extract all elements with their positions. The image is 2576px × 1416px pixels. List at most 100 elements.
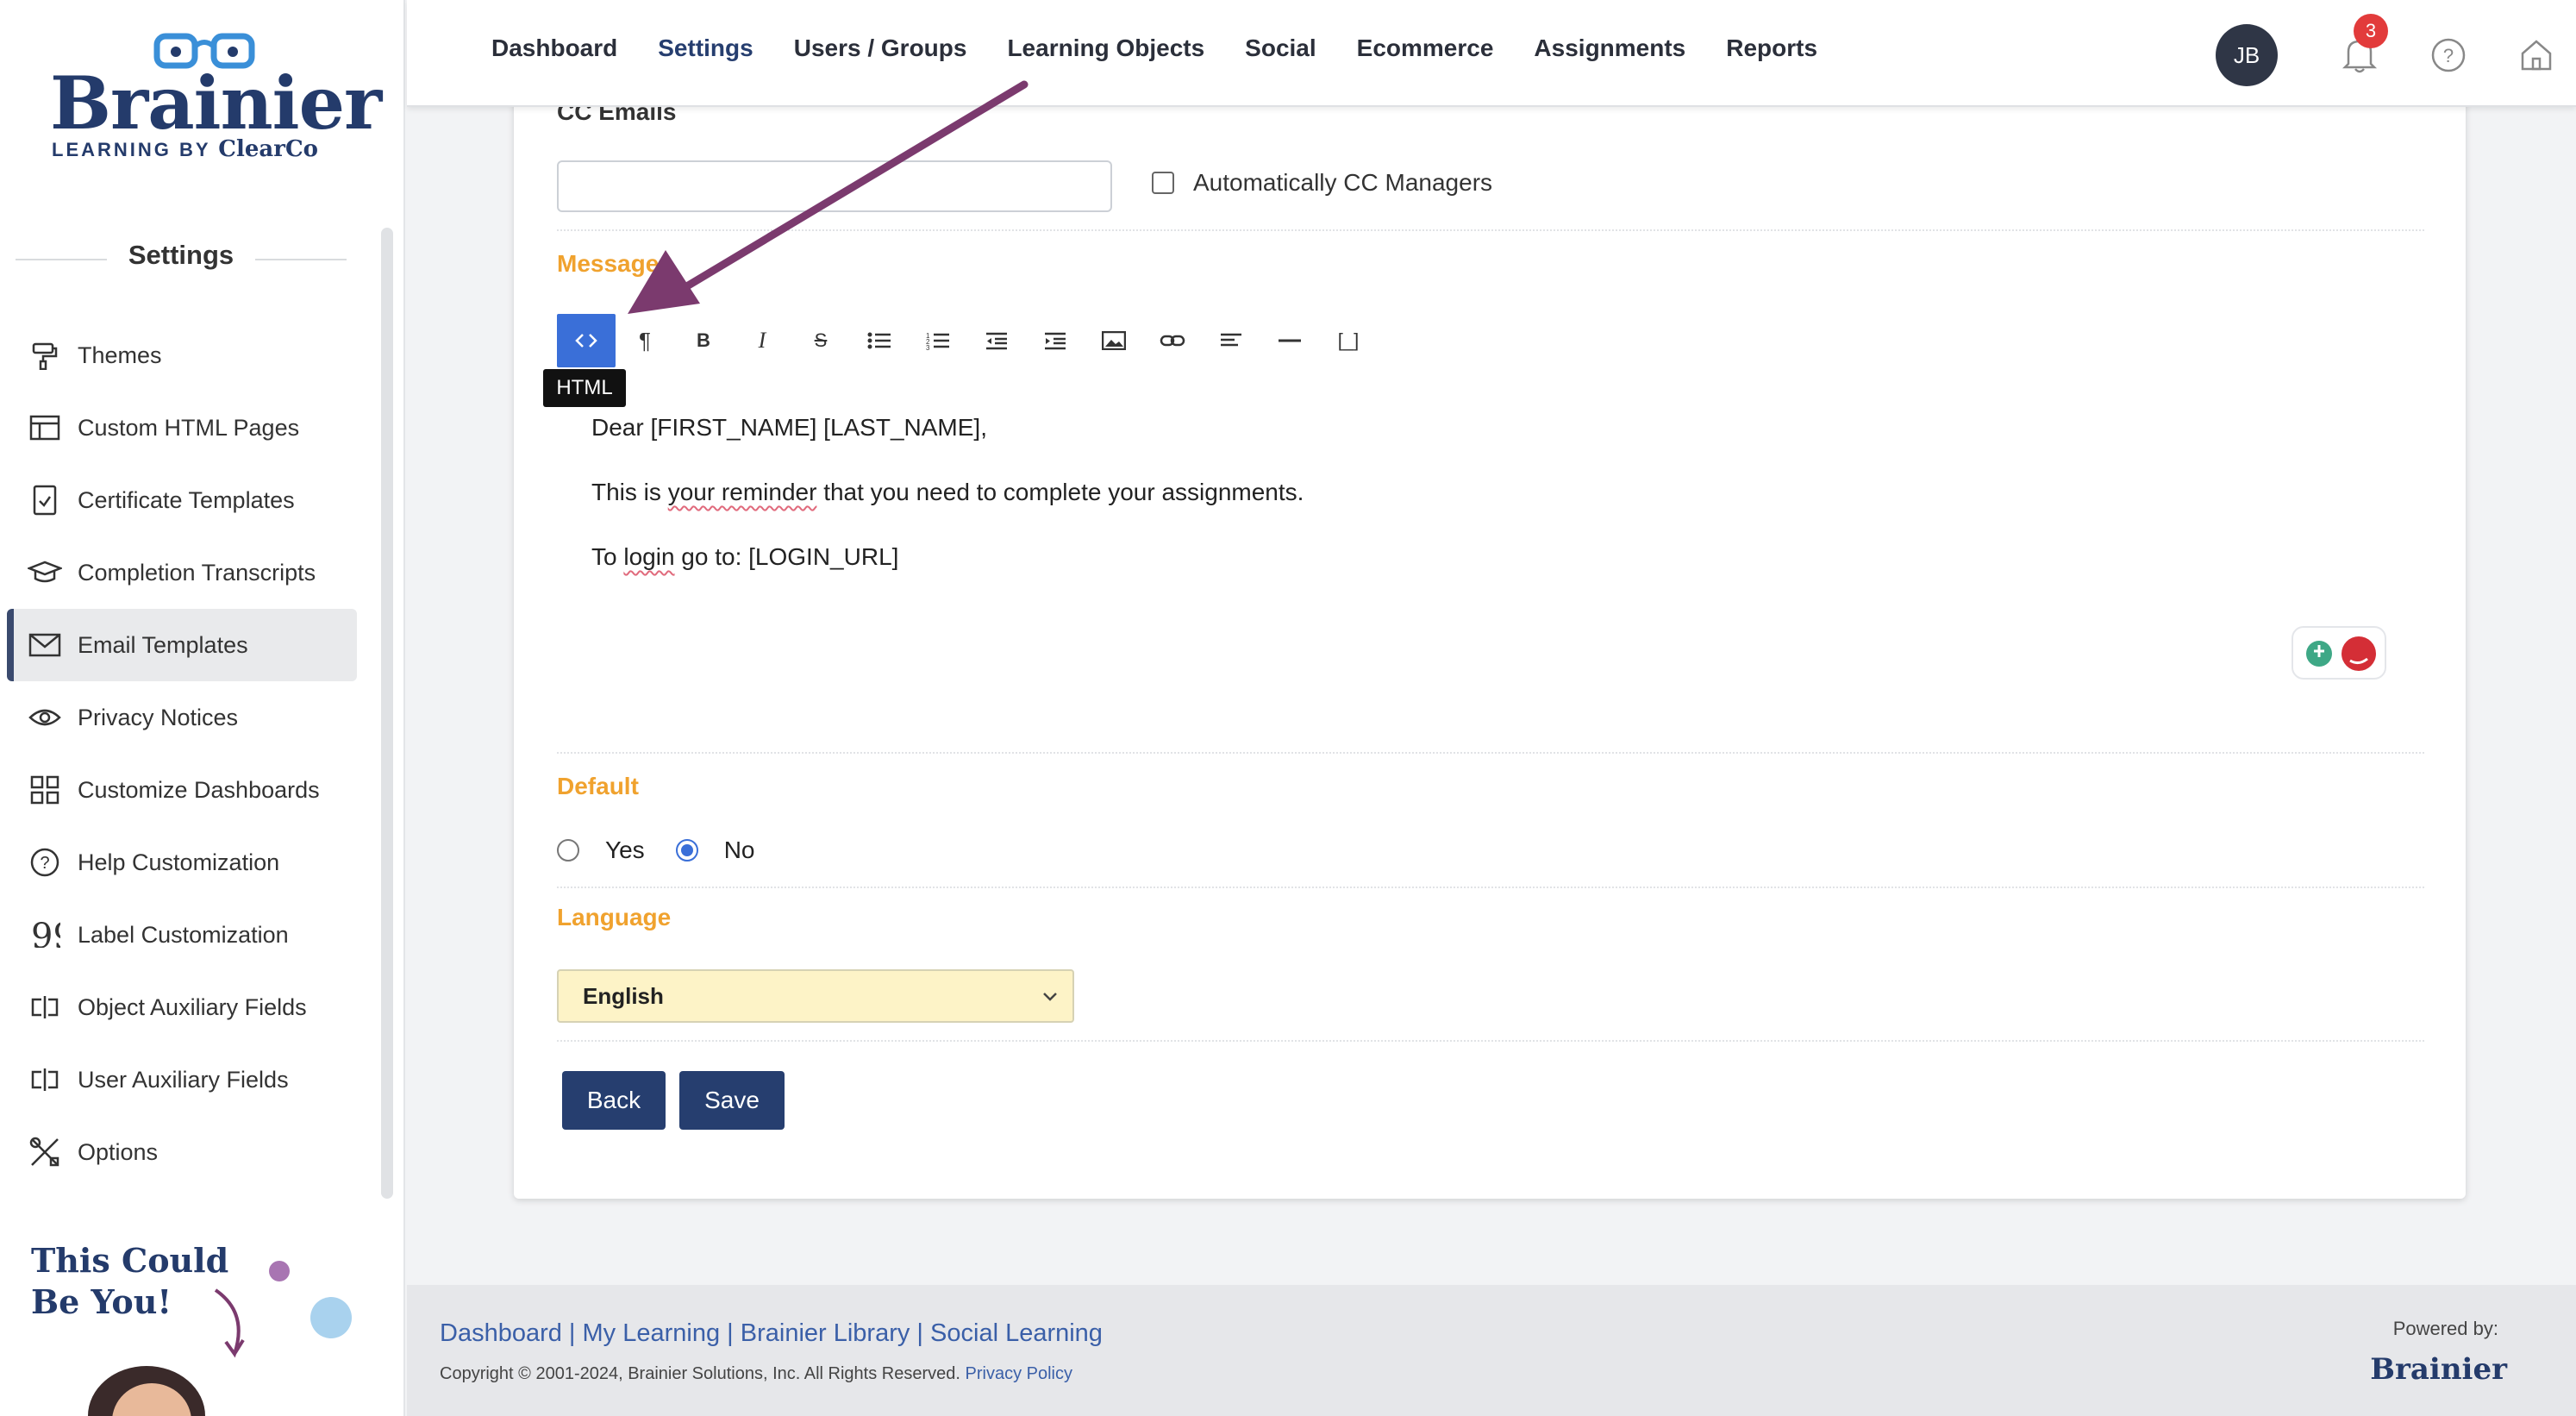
- svg-text:?: ?: [40, 854, 49, 873]
- language-selected-value: English: [583, 982, 664, 1009]
- auto-cc-managers-checkbox[interactable]: [1152, 172, 1174, 194]
- link-icon[interactable]: [1143, 314, 1202, 367]
- copyright: Copyright © 2001-2024, Brainier Solution…: [440, 1364, 1072, 1383]
- sidebar-item-customize-dashboards[interactable]: Customize Dashboards: [7, 754, 357, 826]
- back-button[interactable]: Back: [562, 1071, 666, 1130]
- sidebar-item-label: Custom HTML Pages: [78, 414, 300, 441]
- align-left-icon[interactable]: [1202, 314, 1260, 367]
- default-yes-label: Yes: [605, 836, 645, 863]
- graduation-cap-icon: [28, 555, 62, 590]
- html-tooltip: HTML: [543, 369, 626, 407]
- indent-icon[interactable]: [1026, 314, 1085, 367]
- sidebar-item-label: Completion Transcripts: [78, 559, 316, 586]
- svg-text:99: 99: [31, 922, 60, 948]
- default-yes-radio[interactable]: [557, 839, 579, 862]
- brainier-logo[interactable]: Brainier LEARNING BY ClearCo: [50, 29, 382, 167]
- sidebar-item-label: Help Customization: [78, 849, 280, 875]
- message-label: Message: [557, 250, 660, 277]
- sidebar-item-certificate-templates[interactable]: Certificate Templates: [7, 464, 357, 536]
- top-navigation: Dashboard Settings Users / Groups Learni…: [407, 0, 2576, 107]
- nav-ecommerce[interactable]: Ecommerce: [1357, 34, 1494, 62]
- message-editor[interactable]: Dear [FIRST_NAME] [LAST_NAME], This is y…: [591, 412, 1304, 606]
- sidebar-item-privacy-notices[interactable]: Privacy Notices: [7, 681, 357, 754]
- logo-tagline: LEARNING BY ClearCo: [52, 136, 318, 162]
- email-template-form: CC Emails Automatically CC Managers Mess…: [514, 78, 2466, 1199]
- cc-emails-input[interactable]: [557, 160, 1112, 212]
- sidebar-item-themes[interactable]: Themes: [7, 319, 357, 392]
- footer: Dashboard | My Learning | Brainier Libra…: [407, 1285, 2576, 1416]
- certificate-icon: [28, 483, 62, 517]
- horizontal-rule-icon[interactable]: [1260, 314, 1319, 367]
- sidebar-item-label: Certificate Templates: [78, 486, 295, 513]
- footer-logo[interactable]: Brainier: [2370, 1352, 2507, 1387]
- italic-button[interactable]: I: [733, 314, 791, 367]
- editor-line-reminder: This is your reminder that you need to c…: [591, 479, 1304, 505]
- nav-settings[interactable]: Settings: [658, 34, 753, 62]
- chevron-down-icon: [1043, 993, 1057, 1001]
- nav-dashboard[interactable]: Dashboard: [491, 34, 617, 62]
- nav-users-groups[interactable]: Users / Groups: [794, 34, 967, 62]
- sidebar: Brainier LEARNING BY ClearCo Settings Th…: [0, 0, 405, 1416]
- insert-image-icon[interactable]: [1085, 314, 1143, 367]
- paragraph-button[interactable]: ¶: [616, 314, 674, 367]
- nav-reports[interactable]: Reports: [1726, 34, 1817, 62]
- sidebar-item-label-customization[interactable]: 99 Label Customization: [7, 899, 357, 971]
- promo-illustration: [88, 1261, 352, 1416]
- quote-icon: 99: [28, 918, 62, 952]
- divider: [557, 752, 2424, 754]
- footer-links[interactable]: Dashboard | My Learning | Brainier Libra…: [440, 1319, 1103, 1348]
- help-icon[interactable]: ?: [2428, 34, 2469, 76]
- nav-assignments[interactable]: Assignments: [1534, 34, 1685, 62]
- strikethrough-button[interactable]: S: [791, 314, 850, 367]
- field-icon: [28, 990, 62, 1024]
- sidebar-item-label: Object Auxiliary Fields: [78, 993, 307, 1020]
- tools-icon: [28, 1135, 62, 1169]
- outdent-icon[interactable]: [967, 314, 1026, 367]
- sidebar-item-help-customization[interactable]: ? Help Customization: [7, 826, 357, 899]
- promo-banner[interactable]: This Could Be You!: [0, 1216, 403, 1416]
- divider: [557, 887, 2424, 888]
- sidebar-item-custom-html-pages[interactable]: Custom HTML Pages: [7, 392, 357, 464]
- layout-icon: [28, 410, 62, 445]
- grammarly-widget[interactable]: [2292, 626, 2386, 680]
- question-circle-icon: ?: [28, 845, 62, 880]
- language-select[interactable]: English: [557, 969, 1074, 1023]
- home-icon[interactable]: [2516, 34, 2557, 76]
- auto-cc-managers-label: Automatically CC Managers: [1193, 169, 1493, 196]
- sidebar-item-completion-transcripts[interactable]: Completion Transcripts: [7, 536, 357, 609]
- placeholder-field-button[interactable]: [_]: [1319, 314, 1378, 367]
- nav-social[interactable]: Social: [1245, 34, 1316, 62]
- privacy-policy-link[interactable]: Privacy Policy: [966, 1364, 1072, 1383]
- html-code-button[interactable]: [557, 314, 616, 367]
- default-label: Default: [557, 773, 639, 799]
- bullet-list-icon[interactable]: [850, 314, 909, 367]
- eye-icon: [28, 700, 62, 735]
- sidebar-item-user-auxiliary-fields[interactable]: User Auxiliary Fields: [7, 1043, 357, 1116]
- sidebar-item-options[interactable]: Options: [7, 1116, 357, 1188]
- sidebar-item-label: Email Templates: [78, 631, 248, 658]
- paint-roller-icon: [28, 338, 62, 373]
- main-nav: Dashboard Settings Users / Groups Learni…: [491, 34, 1817, 62]
- svg-text:3: 3: [926, 344, 930, 350]
- save-button[interactable]: Save: [679, 1071, 785, 1130]
- sidebar-item-label: Themes: [78, 341, 162, 368]
- bold-button[interactable]: B: [674, 314, 733, 367]
- auto-cc-managers-row: Automatically CC Managers: [1152, 169, 1492, 197]
- language-label: Language: [557, 904, 672, 930]
- sidebar-item-object-auxiliary-fields[interactable]: Object Auxiliary Fields: [7, 971, 357, 1043]
- editor-line-greeting: Dear [FIRST_NAME] [LAST_NAME],: [591, 414, 987, 441]
- default-no-radio[interactable]: [675, 839, 698, 862]
- user-avatar[interactable]: JB: [2216, 24, 2278, 86]
- sidebar-scrollbar[interactable]: [381, 228, 393, 1199]
- numbered-list-icon[interactable]: 123: [909, 314, 967, 367]
- sidebar-item-label: Options: [78, 1138, 159, 1165]
- envelope-icon: [28, 628, 62, 662]
- powered-by-label: Powered by:: [2392, 1318, 2498, 1339]
- divider: [557, 1040, 2424, 1042]
- sidebar-item-label: User Auxiliary Fields: [78, 1066, 289, 1093]
- sidebar-heading: Settings: [16, 240, 347, 271]
- sidebar-item-label: Label Customization: [78, 921, 289, 948]
- sidebar-item-email-templates[interactable]: Email Templates: [7, 609, 357, 681]
- nav-learning-objects[interactable]: Learning Objects: [1007, 34, 1204, 62]
- logo-wordmark: Brainier: [50, 60, 382, 146]
